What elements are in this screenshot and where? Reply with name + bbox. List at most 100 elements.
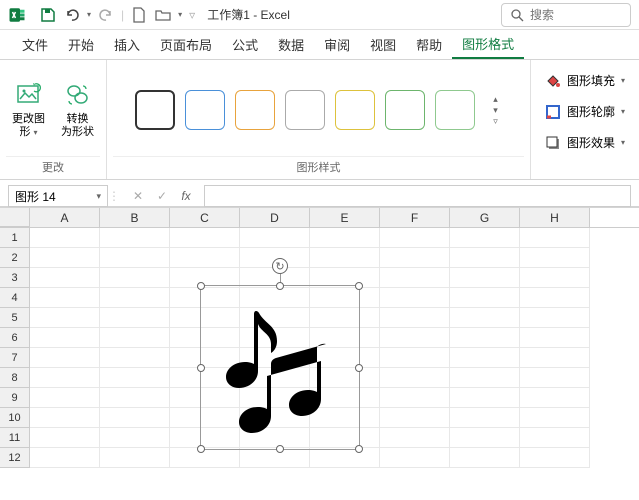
cell[interactable]: [520, 268, 590, 288]
cell[interactable]: [380, 348, 450, 368]
style-gallery-more[interactable]: ▿: [493, 116, 498, 127]
cell[interactable]: [170, 228, 240, 248]
shape-outline-button[interactable]: 图形轮廓 ▾: [541, 101, 629, 122]
row-header-10[interactable]: 10: [0, 408, 30, 428]
resize-handle-sw[interactable]: [197, 445, 205, 453]
cell[interactable]: [100, 428, 170, 448]
cell[interactable]: [450, 268, 520, 288]
name-box[interactable]: 图形 14 ▾: [8, 185, 108, 207]
new-button[interactable]: [127, 3, 151, 27]
cell[interactable]: [170, 248, 240, 268]
cell[interactable]: [450, 228, 520, 248]
tab-home[interactable]: 开始: [58, 30, 104, 59]
row-header-3[interactable]: 3: [0, 268, 30, 288]
col-header-B[interactable]: B: [100, 208, 170, 227]
cell[interactable]: [520, 248, 590, 268]
cell[interactable]: [520, 388, 590, 408]
cell[interactable]: [30, 388, 100, 408]
open-dropdown[interactable]: ▾: [178, 10, 182, 19]
tab-pagelayout[interactable]: 页面布局: [150, 30, 222, 59]
cell[interactable]: [100, 248, 170, 268]
cell[interactable]: [30, 268, 100, 288]
cell[interactable]: [310, 248, 380, 268]
cell[interactable]: [100, 388, 170, 408]
cell[interactable]: [30, 308, 100, 328]
row-header-5[interactable]: 5: [0, 308, 30, 328]
tab-formulas[interactable]: 公式: [222, 30, 268, 59]
cell[interactable]: [380, 388, 450, 408]
cell[interactable]: [520, 228, 590, 248]
cell[interactable]: [380, 448, 450, 468]
col-header-H[interactable]: H: [520, 208, 590, 227]
col-header-D[interactable]: D: [240, 208, 310, 227]
undo-dropdown[interactable]: ▾: [87, 10, 91, 19]
cell[interactable]: [380, 428, 450, 448]
style-gallery-up[interactable]: ▴: [493, 94, 498, 105]
cell[interactable]: [380, 308, 450, 328]
resize-handle-s[interactable]: [276, 445, 284, 453]
cell[interactable]: [380, 248, 450, 268]
cell[interactable]: [520, 288, 590, 308]
cell[interactable]: [100, 328, 170, 348]
qat-overflow[interactable]: ▿: [189, 8, 195, 22]
cell[interactable]: [30, 228, 100, 248]
cell[interactable]: [30, 348, 100, 368]
accept-formula-button[interactable]: ✓: [152, 189, 172, 203]
cell[interactable]: [450, 348, 520, 368]
rotate-handle[interactable]: ↻: [272, 258, 288, 274]
search-box[interactable]: [501, 3, 631, 27]
cell[interactable]: [380, 408, 450, 428]
shape-style-3[interactable]: [235, 90, 275, 130]
convert-to-shape-button[interactable]: 转换 为形状: [55, 77, 100, 143]
cell[interactable]: [520, 328, 590, 348]
row-header-9[interactable]: 9: [0, 388, 30, 408]
tab-data[interactable]: 数据: [268, 30, 314, 59]
resize-handle-se[interactable]: [355, 445, 363, 453]
select-all-corner[interactable]: [0, 208, 30, 227]
row-header-12[interactable]: 12: [0, 448, 30, 468]
change-graphic-button[interactable]: 更改图 形 ▾: [6, 77, 51, 143]
undo-button[interactable]: [60, 3, 84, 27]
cell[interactable]: [450, 328, 520, 348]
col-header-G[interactable]: G: [450, 208, 520, 227]
cell[interactable]: [30, 448, 100, 468]
resize-handle-nw[interactable]: [197, 282, 205, 290]
cell[interactable]: [520, 448, 590, 468]
insert-function-button[interactable]: fx: [176, 189, 196, 203]
cell[interactable]: [30, 248, 100, 268]
cell[interactable]: [380, 228, 450, 248]
cell[interactable]: [380, 328, 450, 348]
row-header-1[interactable]: 1: [0, 228, 30, 248]
col-header-A[interactable]: A: [30, 208, 100, 227]
cell[interactable]: [450, 248, 520, 268]
save-button[interactable]: [36, 3, 60, 27]
col-header-F[interactable]: F: [380, 208, 450, 227]
shape-style-2[interactable]: [185, 90, 225, 130]
cancel-formula-button[interactable]: ✕: [128, 189, 148, 203]
cell[interactable]: [450, 288, 520, 308]
cell[interactable]: [450, 308, 520, 328]
cell[interactable]: [100, 348, 170, 368]
row-header-7[interactable]: 7: [0, 348, 30, 368]
cell[interactable]: [450, 388, 520, 408]
cell[interactable]: [30, 368, 100, 388]
cell[interactable]: [520, 368, 590, 388]
cell[interactable]: [240, 448, 310, 468]
shape-effects-button[interactable]: 图形效果 ▾: [541, 132, 629, 153]
music-notes-icon[interactable]: [201, 286, 361, 451]
cell[interactable]: [450, 448, 520, 468]
shape-style-6[interactable]: [385, 90, 425, 130]
resize-handle-ne[interactable]: [355, 282, 363, 290]
cell[interactable]: [310, 228, 380, 248]
formula-input[interactable]: [204, 185, 631, 207]
cell[interactable]: [520, 428, 590, 448]
tab-view[interactable]: 视图: [360, 30, 406, 59]
cell[interactable]: [450, 428, 520, 448]
row-header-6[interactable]: 6: [0, 328, 30, 348]
cell[interactable]: [380, 368, 450, 388]
cell[interactable]: [380, 288, 450, 308]
col-header-E[interactable]: E: [310, 208, 380, 227]
cell[interactable]: [30, 328, 100, 348]
shape-style-4[interactable]: [285, 90, 325, 130]
cell[interactable]: [100, 368, 170, 388]
